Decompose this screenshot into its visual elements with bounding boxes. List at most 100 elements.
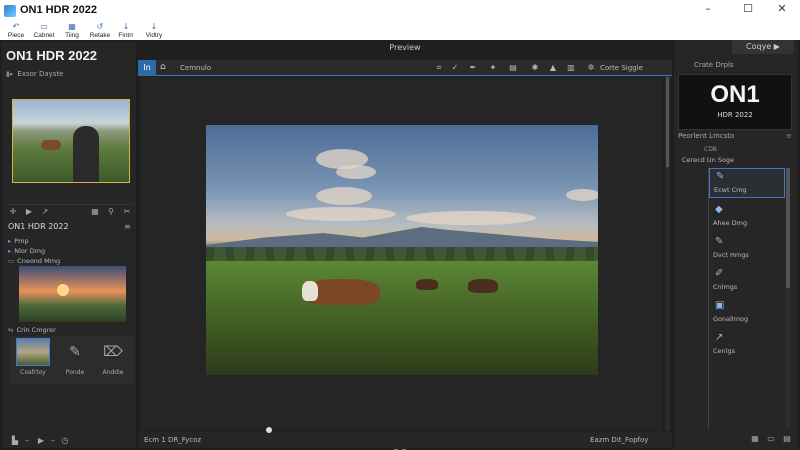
preset-section-label: ⇆ Crin Cmgrer bbox=[8, 326, 56, 334]
navigator-tools: ✛ ▶ ↗ ▦ ⚲ ✂ bbox=[6, 204, 134, 216]
presets-menu-icon[interactable]: ≡ bbox=[124, 222, 131, 231]
cloud bbox=[566, 189, 598, 201]
timeline-marker[interactable] bbox=[266, 427, 272, 433]
right-panel: Coqye ▶ Crate Drpls ON1 HDR 2022 Peorlen… bbox=[674, 40, 798, 450]
download-icon: ↓ bbox=[150, 22, 158, 31]
zoom-icon[interactable]: ⚲ bbox=[106, 207, 116, 216]
crop-icon[interactable]: ✂ bbox=[122, 207, 132, 216]
close-button[interactable]: ✕ bbox=[768, 2, 796, 18]
folder-icon: ▸ bbox=[8, 237, 12, 245]
settings-icon[interactable]: ✲ bbox=[586, 63, 596, 73]
crop-icon[interactable]: ⌗ bbox=[434, 63, 444, 73]
status-right-label: Eazm Dit_Fopfoy bbox=[590, 436, 649, 444]
cloud bbox=[336, 165, 376, 179]
right-panel-header: Crate Drpls bbox=[694, 61, 734, 69]
menu-item-cabnet[interactable]: ▭ Cabnet bbox=[30, 22, 58, 40]
pen-icon[interactable]: ↗ bbox=[40, 207, 50, 216]
dash-icon[interactable]: – bbox=[22, 436, 32, 445]
pen-icon: ✎ bbox=[716, 171, 725, 182]
history-icon[interactable]: ◷ bbox=[60, 436, 70, 445]
presets-panel-title: ON1 HDR 2022 bbox=[8, 222, 69, 231]
preview-scrollbar[interactable] bbox=[665, 77, 670, 431]
play-icon[interactable]: ▶ bbox=[24, 207, 34, 216]
brush-icon[interactable]: ▙ bbox=[10, 436, 20, 445]
eraser-icon: ⌦ bbox=[103, 344, 123, 360]
preview-sun bbox=[57, 284, 69, 296]
menu-item-piece[interactable]: ↶ Piece bbox=[2, 22, 30, 40]
tab-in[interactable]: In bbox=[138, 60, 156, 76]
retake-icon: ↺ bbox=[96, 22, 104, 31]
image-icon: ▣ bbox=[715, 300, 725, 311]
warning-icon[interactable]: ▲ bbox=[548, 63, 558, 73]
main-photo[interactable] bbox=[206, 125, 598, 375]
effect-item[interactable]: ◆ Ahee Dmg bbox=[709, 202, 785, 232]
retouch-icon[interactable]: ✦ bbox=[488, 63, 498, 73]
horse-distant bbox=[468, 279, 498, 293]
menu-item-fintrr[interactable]: ↓ Fintrr bbox=[112, 22, 140, 40]
effects-list: ✎ Ecwt Cmg ◆ Ahee Dmg ✎ Dvct Hmgs ✐ Cnlm… bbox=[708, 168, 785, 428]
check-icon[interactable]: ✓ bbox=[450, 63, 460, 73]
navigator-thumbnail[interactable] bbox=[12, 99, 130, 183]
grid-icon[interactable]: ▤ bbox=[508, 63, 518, 73]
right-bottom-toolbar: ▦ ▭ ▤ bbox=[674, 432, 798, 448]
play-icon[interactable]: ▶ bbox=[36, 436, 46, 445]
preview-toggle-button[interactable]: Coqye ▶ bbox=[732, 40, 794, 54]
home-icon[interactable]: ⌂ bbox=[160, 62, 166, 72]
grid-icon[interactable]: ▦ bbox=[90, 207, 100, 216]
preset-strip: Coafrtoy ✎ Ponde ⌦ Anddie bbox=[10, 336, 134, 384]
effects-group-label[interactable]: Cerecd Un Soge bbox=[682, 156, 734, 164]
left-row-nlor[interactable]: ▸ Nlor Dmg bbox=[8, 247, 128, 256]
preset-thumbnail[interactable]: Coafrtoy bbox=[14, 338, 52, 382]
list-view-icon[interactable]: ▤ bbox=[782, 434, 792, 443]
move-icon[interactable]: ✛ bbox=[8, 207, 18, 216]
left-row-cneond[interactable]: ▭ Cneond Mmg bbox=[8, 257, 128, 266]
effect-item[interactable]: ▣ Gonallmog bbox=[709, 298, 785, 328]
left-bottom-toolbar: ▙ – ▶ – ◷ bbox=[6, 434, 134, 446]
brush-icon[interactable]: ✒ bbox=[468, 63, 478, 73]
menu-bar: ↶ Piece ▭ Cabnet ▦ Tiing ↺ Retake ↓ Fint… bbox=[0, 22, 800, 40]
navigator-icon: ▮▸ bbox=[6, 70, 14, 78]
effect-item[interactable]: ✎ Dvct Hmgs bbox=[709, 234, 785, 264]
grid-icon: ▦ bbox=[68, 22, 76, 31]
effects-subheader: CDB bbox=[704, 146, 717, 153]
preset-preview-image[interactable] bbox=[19, 266, 126, 322]
download-icon: ↓ bbox=[122, 22, 130, 31]
left-row-pmp[interactable]: ▸ Pmp bbox=[8, 237, 128, 246]
menu-item-vidtry[interactable]: ↓ Vidtry bbox=[140, 22, 168, 40]
app-brand: ON1 HDR 2022 bbox=[6, 48, 98, 63]
effects-scrollbar[interactable] bbox=[786, 168, 790, 428]
effect-item[interactable]: ✎ Ecwt Cmg bbox=[709, 168, 785, 198]
file-name-label: Ecm 1 DR_Fycoz bbox=[144, 436, 202, 444]
gear-icon[interactable]: ✱ bbox=[530, 63, 540, 73]
compare-icon[interactable]: ▭ bbox=[766, 434, 776, 443]
product-logo: ON1 HDR 2022 bbox=[678, 74, 792, 130]
maximize-button[interactable]: ☐ bbox=[734, 2, 762, 18]
window-title: ON1 HDR 2022 bbox=[20, 4, 98, 16]
effects-menu-icon[interactable]: ≡ bbox=[786, 132, 792, 140]
grid-view-icon[interactable]: ▦ bbox=[750, 434, 760, 443]
menu-item-retake[interactable]: ↺ Retake bbox=[86, 22, 114, 40]
preview-title: Preview bbox=[389, 43, 421, 52]
breadcrumb[interactable]: Cemnulo bbox=[180, 64, 211, 72]
brush-icon: ✐ bbox=[715, 268, 724, 279]
preset-thumbnail[interactable]: ✎ Ponde bbox=[56, 338, 94, 382]
preset-thumbnail[interactable]: ⌦ Anddie bbox=[94, 338, 132, 382]
view-mode-label[interactable]: Corte Siggle bbox=[600, 64, 643, 72]
horse-head bbox=[302, 281, 318, 301]
preview-area: Preview In ⌂ Cemnulo ⌗ ✓ ✒ ✦ ▤ ✱ ▲ ▥ ✲ C… bbox=[138, 40, 672, 450]
compare-icon[interactable]: ▥ bbox=[566, 63, 576, 73]
dash-icon[interactable]: – bbox=[48, 436, 58, 445]
navigator-header[interactable]: ▮▸ Exsor Dayste bbox=[6, 68, 134, 80]
image-icon: ▭ bbox=[8, 257, 15, 265]
effect-item[interactable]: ✐ Cnlmgs bbox=[709, 266, 785, 296]
cloud bbox=[316, 187, 372, 205]
app-main: ON1 HDR 2022 ▮▸ Exsor Dayste ✛ ▶ ↗ ▦ ⚲ ✂ … bbox=[0, 40, 800, 450]
cloud bbox=[406, 211, 536, 225]
menu-item-tiing[interactable]: ▦ Tiing bbox=[58, 22, 86, 40]
effect-item[interactable]: ↗ Cenlgs bbox=[709, 330, 785, 360]
layers-icon: ⇆ bbox=[8, 326, 14, 334]
image-canvas[interactable] bbox=[140, 77, 662, 450]
minimize-button[interactable]: – bbox=[694, 2, 722, 18]
preset-image bbox=[16, 338, 50, 366]
preview-status-bar: Ecm 1 DR_Fycoz Eazm Dit_Fopfoy bbox=[138, 427, 672, 448]
